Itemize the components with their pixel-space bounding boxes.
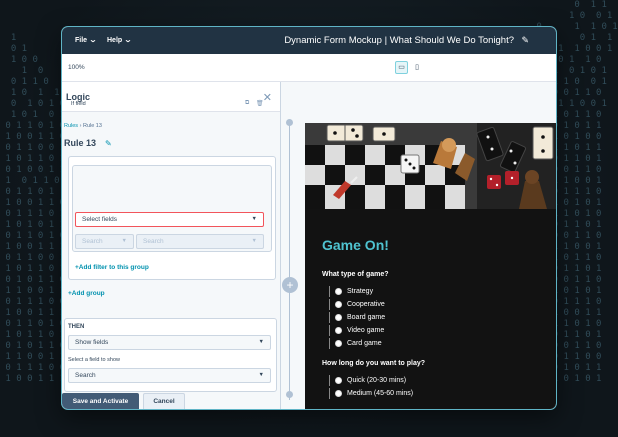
edit-rule-name-pencil-icon[interactable]: ✎: [105, 139, 112, 148]
rail-end-dot: [286, 391, 293, 398]
breadcrumb: Rules › Rule 13: [64, 123, 102, 129]
edit-title-pencil-icon[interactable]: ✎: [521, 35, 529, 46]
add-group-link[interactable]: +Add group: [68, 290, 105, 297]
radio-button[interactable]: [335, 313, 342, 321]
option-label: Card game: [347, 339, 382, 347]
operator-placeholder: Search: [82, 238, 103, 245]
breadcrumb-current: Rule 13: [82, 123, 102, 129]
copy-icon[interactable]: ⧉: [245, 100, 249, 107]
mobile-icon[interactable]: ▯: [411, 61, 423, 74]
menu-file[interactable]: File ⌄: [75, 36, 98, 45]
option-label: Board game: [347, 313, 386, 321]
option-label: Quick (20-30 mins): [347, 376, 407, 384]
radio-button[interactable]: [335, 376, 342, 384]
save-and-activate-button[interactable]: Save and Activate: [62, 393, 139, 409]
value-placeholder: Search: [143, 238, 164, 245]
option-strategy[interactable]: Strategy: [329, 285, 373, 297]
field-to-show-placeholder: Search: [75, 372, 96, 379]
cancel-button[interactable]: Cancel: [143, 393, 185, 409]
zoom-level[interactable]: 100%: [68, 64, 85, 71]
radio-button[interactable]: [335, 339, 342, 347]
caret-down-icon: ▼: [251, 216, 257, 222]
option-board-game[interactable]: Board game: [329, 311, 385, 323]
field-to-show-dropdown[interactable]: Search ▼: [68, 368, 271, 383]
option-indent-bar: [329, 311, 330, 323]
option-indent-bar: [329, 337, 330, 349]
caret-down-icon: ▼: [251, 238, 257, 244]
rule-title: Rule 13: [64, 138, 97, 148]
logic-panel: Logic ✕ Rules › Rule 13 Rule 13 ✎ If fie…: [62, 82, 281, 409]
window-title[interactable]: Dynamic Form Mockup | What Should We Do …: [284, 35, 514, 46]
radio-button[interactable]: [335, 300, 342, 308]
select-fields-value: Select fields: [82, 216, 118, 223]
option-indent-bar: [329, 324, 330, 336]
menu-file-label: File: [75, 36, 88, 44]
board-games-illustration: [305, 123, 556, 209]
if-field-label: If field: [71, 101, 86, 107]
close-icon[interactable]: ✕: [263, 91, 272, 104]
radio-button[interactable]: [335, 287, 342, 295]
add-filter-link[interactable]: +Add filter to this group: [75, 264, 149, 271]
breadcrumb-rules-link[interactable]: Rules: [64, 123, 78, 129]
rail-start-dot: [286, 119, 293, 126]
question-game-type: What type of game?: [322, 271, 389, 278]
option-indent-bar: [329, 374, 330, 386]
form-preview: Game On! What type of game? Strategy Coo…: [305, 123, 556, 409]
radio-button[interactable]: [335, 389, 342, 397]
option-label: Video game: [347, 326, 385, 334]
app-window: File ⌄ Help ⌄ Dynamic Form Mockup | What…: [62, 27, 556, 409]
chevron-down-icon: ⌄: [123, 37, 133, 44]
title-bar: File ⌄ Help ⌄ Dynamic Form Mockup | What…: [62, 27, 556, 54]
chevron-down-icon: ⌄: [88, 37, 98, 44]
option-label: Strategy: [347, 287, 374, 295]
desktop-icon[interactable]: ▭: [395, 61, 408, 74]
option-indent-bar: [329, 387, 330, 399]
board-games-hero-image: [305, 123, 556, 209]
option-quick[interactable]: Quick (20-30 mins): [329, 374, 406, 386]
option-card-game[interactable]: Card game: [329, 337, 382, 349]
select-fields-dropdown[interactable]: Select fields ▼: [75, 212, 264, 227]
caret-down-icon: ▼: [258, 372, 264, 378]
option-label: Cooperative: [347, 300, 385, 308]
breadcrumb-separator: ›: [79, 123, 82, 129]
caret-down-icon: ▼: [258, 339, 264, 345]
editor-toolbar: 100% ▭ ▯: [62, 54, 556, 82]
option-label: Medium (45-60 mins): [347, 389, 414, 397]
option-cooperative[interactable]: Cooperative: [329, 298, 385, 310]
option-indent-bar: [329, 285, 330, 297]
add-step-plus-icon[interactable]: +: [282, 277, 298, 293]
trash-icon[interactable]: 🗑: [256, 100, 264, 107]
form-canvas: + Game On! What type of game? Strategy C…: [281, 82, 556, 409]
menu-help[interactable]: Help ⌄: [107, 36, 133, 45]
radio-button[interactable]: [335, 326, 342, 334]
show-fields-dropdown[interactable]: Show fields ▼: [68, 335, 271, 350]
caret-down-icon: ▼: [121, 238, 127, 244]
form-title: Game On!: [322, 237, 389, 253]
value-dropdown[interactable]: Search ▼: [136, 234, 264, 249]
then-label: THEN: [68, 324, 85, 330]
menu-help-label: Help: [107, 36, 123, 44]
logic-panel-header: Logic ✕: [62, 82, 280, 112]
option-video-game[interactable]: Video game: [329, 324, 384, 336]
step-rail: [289, 120, 290, 400]
show-fields-value: Show fields: [75, 339, 109, 346]
select-field-to-show-label: Select a field to show: [68, 357, 120, 363]
question-play-length: How long do you want to play?: [322, 360, 426, 367]
option-medium[interactable]: Medium (45-60 mins): [329, 387, 413, 399]
operator-dropdown[interactable]: Search ▼: [75, 234, 134, 249]
option-indent-bar: [329, 298, 330, 310]
